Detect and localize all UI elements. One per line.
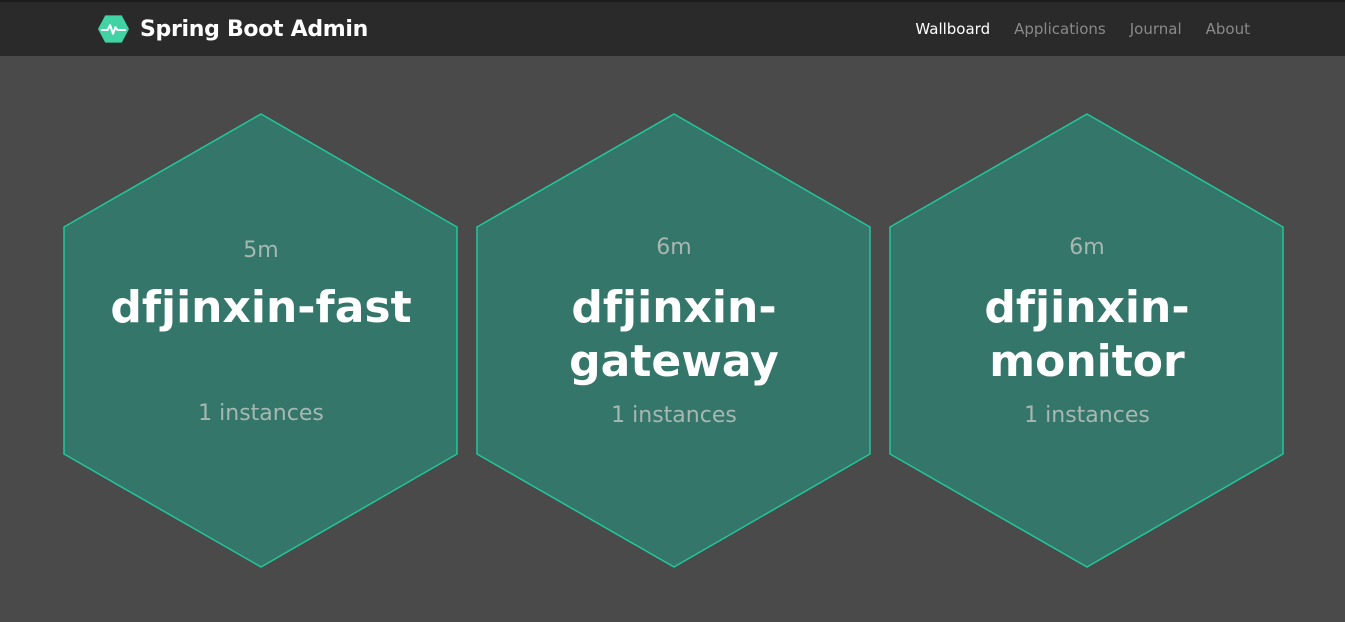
nav-wallboard[interactable]: Wallboard — [915, 20, 990, 38]
nav-about[interactable]: About — [1206, 20, 1250, 38]
application-name: dfjinxin-monitor — [984, 282, 1190, 387]
application-uptime: 6m — [1069, 235, 1105, 260]
application-hexagon-monitor[interactable]: 6m dfjinxin-monitor 1 instances — [889, 113, 1285, 569]
nav-journal[interactable]: Journal — [1130, 20, 1182, 38]
app-title: Spring Boot Admin — [140, 16, 369, 42]
wallboard: 5m dfjinxin-fast 1 instances 6m dfjinxin… — [0, 56, 1345, 622]
main-nav: Wallboard Applications Journal About — [915, 20, 1250, 38]
application-instance-count: 1 instances — [611, 403, 737, 428]
application-hexagon-fast[interactable]: 5m dfjinxin-fast 1 instances — [63, 113, 459, 569]
brand-link[interactable]: Spring Boot Admin — [97, 13, 368, 45]
application-hexagon-gateway[interactable]: 6m dfjinxin-gateway 1 instances — [476, 113, 872, 569]
application-name: dfjinxin-gateway — [569, 282, 779, 387]
application-instance-count: 1 instances — [1024, 403, 1150, 428]
application-name: dfjinxin-fast — [110, 282, 412, 333]
application-instance-count: 1 instances — [198, 401, 324, 426]
top-navbar: Spring Boot Admin Wallboard Applications… — [0, 0, 1345, 56]
application-uptime: 6m — [656, 235, 692, 260]
nav-applications[interactable]: Applications — [1014, 20, 1106, 38]
heartbeat-hexagon-icon — [97, 15, 130, 43]
application-uptime: 5m — [243, 238, 279, 263]
